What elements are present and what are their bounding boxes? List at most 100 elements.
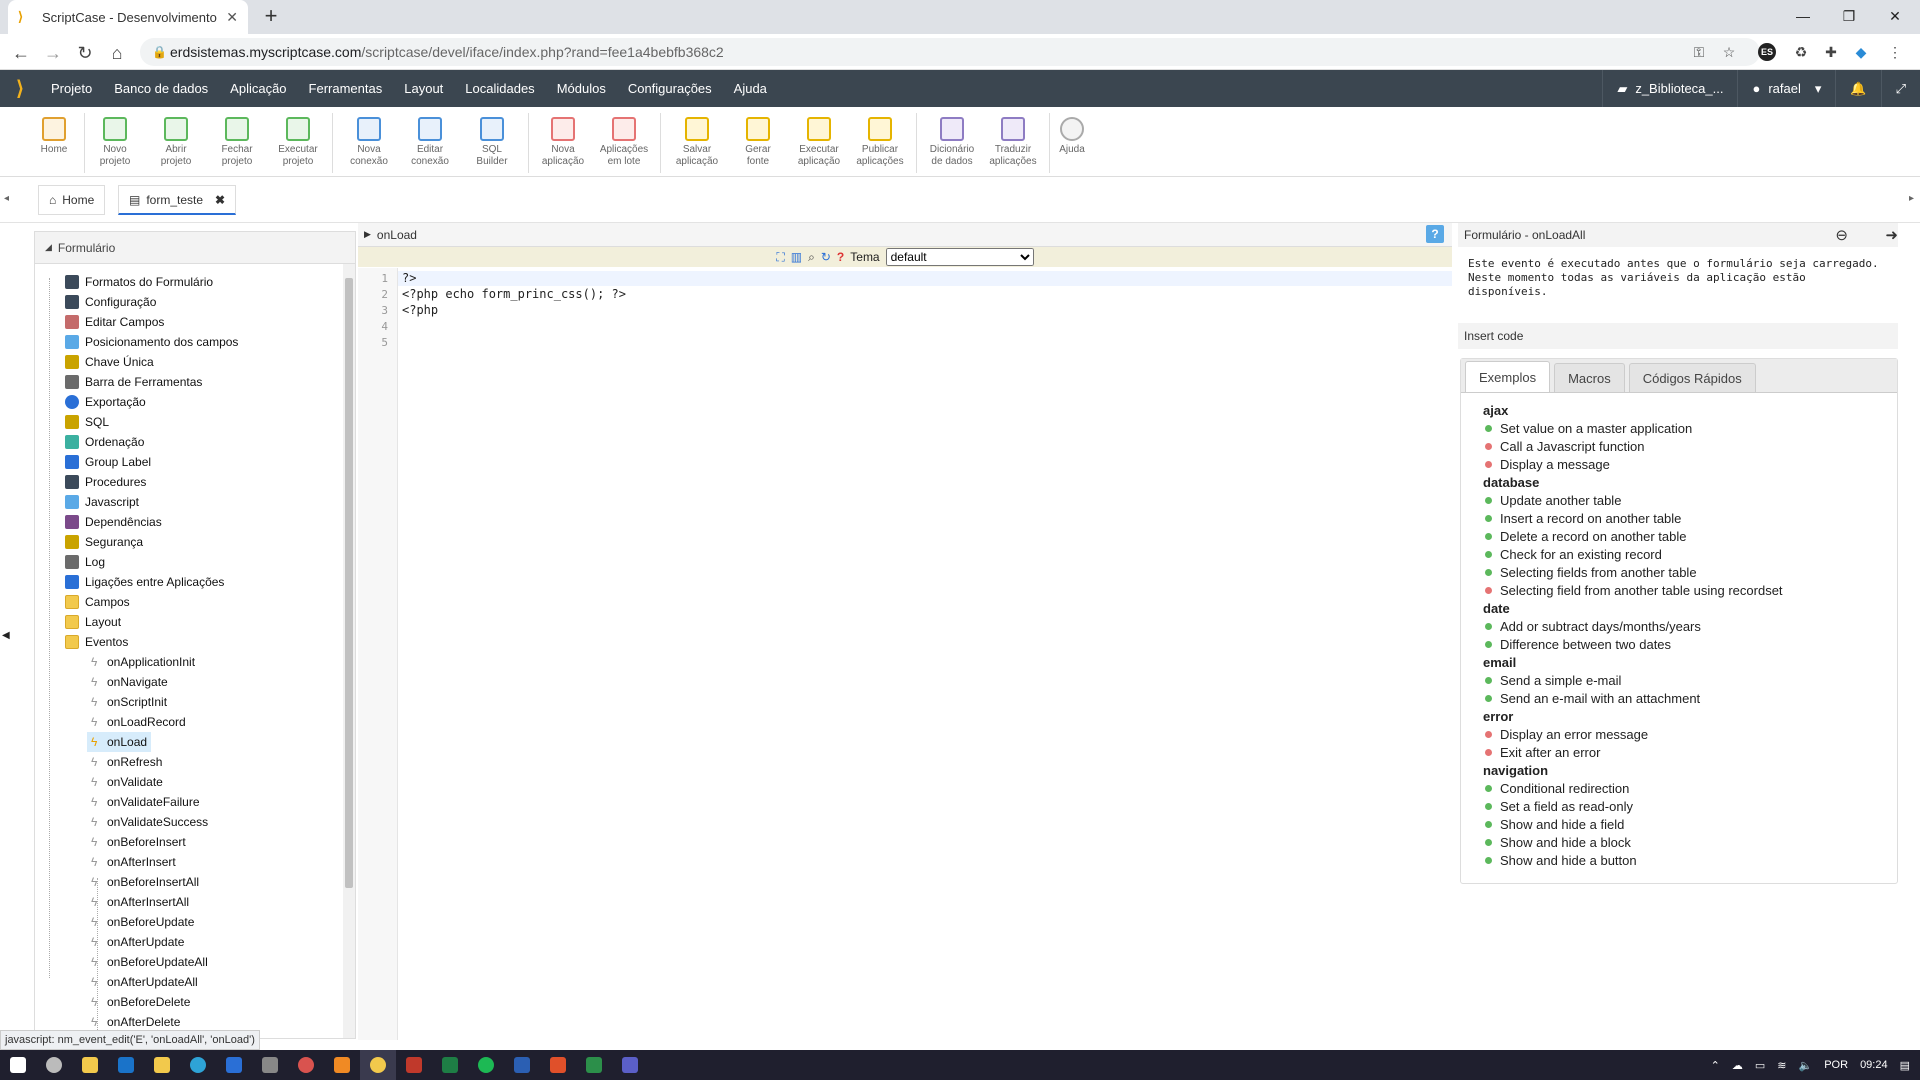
brave-icon[interactable]	[540, 1050, 576, 1080]
run-project-button[interactable]: Executar projeto	[270, 117, 326, 168]
menu-modulos[interactable]: Módulos	[546, 81, 617, 96]
puzzle-icon[interactable]: ✚	[1822, 43, 1840, 61]
tree-item-dependencias[interactable]: Dependências	[65, 512, 162, 532]
outlook-icon[interactable]	[108, 1050, 144, 1080]
question-icon[interactable]: ?	[837, 250, 844, 264]
project-selector[interactable]: ▰ z_Biblioteca_...	[1602, 70, 1737, 107]
example-item[interactable]: Exit after an error	[1485, 745, 1600, 760]
tree-item-sql[interactable]: SQL	[65, 412, 109, 432]
editor-help-button[interactable]: ?	[1426, 225, 1444, 243]
sticky-notes-icon[interactable]	[144, 1050, 180, 1080]
battery-icon[interactable]: ▭	[1755, 1059, 1765, 1072]
url-input[interactable]: 🔒 erdsistemas.myscriptcase.com /scriptca…	[140, 38, 1760, 66]
tree-item-editar-campos[interactable]: Editar Campos	[65, 312, 164, 332]
chrome-app-icon[interactable]	[288, 1050, 324, 1080]
data-dictionary-button[interactable]: Dicionário de dados	[924, 117, 980, 168]
windows-start-icon[interactable]	[0, 1050, 36, 1080]
example-item[interactable]: Selecting fields from another table	[1485, 565, 1697, 580]
explorer-window-icon[interactable]	[576, 1050, 612, 1080]
example-item[interactable]: Add or subtract days/months/years	[1485, 619, 1701, 634]
edge-icon[interactable]	[180, 1050, 216, 1080]
excel-icon[interactable]	[432, 1050, 468, 1080]
search-icon[interactable]	[36, 1050, 72, 1080]
browser-tab[interactable]: ⟩ ScriptCase - Desenvolvimento - ✕	[8, 0, 248, 34]
example-item[interactable]: Show and hide a button	[1485, 853, 1637, 868]
help-button[interactable]: Ajuda	[1044, 117, 1100, 156]
tree-item-barra-ferramentas[interactable]: Barra de Ferramentas	[65, 372, 202, 392]
code-line[interactable]: ?>	[402, 271, 416, 285]
fullscreen-icon[interactable]: ⛶	[776, 250, 784, 265]
home-icon[interactable]: ⌂	[104, 40, 130, 66]
chrome-icon[interactable]	[360, 1050, 396, 1080]
scroll-right-icon[interactable]: ▸	[1909, 193, 1914, 204]
forward-icon[interactable]: →	[40, 40, 66, 66]
key-icon[interactable]: ⚿	[1690, 43, 1708, 61]
calculator-icon[interactable]	[252, 1050, 288, 1080]
event-item[interactable]: ϟ onBeforeInsert	[91, 832, 186, 852]
back-circle-icon[interactable]: ⊖	[1835, 226, 1848, 244]
spotify-icon[interactable]	[468, 1050, 504, 1080]
profile-avatar[interactable]: ES	[1758, 43, 1776, 61]
wifi-icon[interactable]: ≋	[1777, 1059, 1786, 1072]
new-tab-button[interactable]: +	[258, 4, 284, 30]
tree-item-eventos[interactable]: Eventos	[65, 632, 128, 652]
tree-item-formatos[interactable]: Formatos do Formulário	[65, 272, 213, 292]
tree-item-javascript[interactable]: Javascript	[65, 492, 139, 512]
restore-button[interactable]: ❐	[1826, 4, 1872, 28]
input-language[interactable]: POR	[1824, 1059, 1848, 1071]
example-item[interactable]: Delete a record on another table	[1485, 529, 1686, 544]
new-application-button[interactable]: Nova aplicação	[535, 117, 591, 168]
publish-applications-button[interactable]: Publicar aplicações	[852, 117, 908, 168]
cloud-icon[interactable]: ☁	[1732, 1059, 1743, 1072]
new-project-button[interactable]: Novo projeto	[87, 117, 143, 168]
event-item[interactable]: ϟ onScriptInit	[91, 692, 167, 712]
tab-macros[interactable]: Macros	[1554, 363, 1625, 392]
volume-icon[interactable]: 🔈	[1799, 1059, 1813, 1072]
file-explorer-icon[interactable]	[72, 1050, 108, 1080]
event-item[interactable]: ϟ onBeforeDelete	[91, 992, 190, 1012]
menu-ajuda[interactable]: Ajuda	[723, 81, 778, 96]
event-item[interactable]: ϟ onLoadRecord	[91, 712, 186, 732]
example-item[interactable]: Selecting field from another table using…	[1485, 583, 1783, 598]
mail-icon[interactable]	[216, 1050, 252, 1080]
close-tab-icon[interactable]: ✕	[226, 9, 238, 26]
scroll-left-icon[interactable]: ◂	[4, 193, 9, 204]
close-tab-icon[interactable]: ✖	[215, 193, 225, 207]
menu-projeto[interactable]: Projeto	[40, 81, 103, 96]
event-item[interactable]: ϟ onValidateFailure	[91, 792, 200, 812]
new-connection-button[interactable]: Nova conexão	[341, 117, 397, 168]
tree-item-ligacoes[interactable]: Ligações entre Aplicações	[65, 572, 224, 592]
tree-item-campos[interactable]: Campos	[65, 592, 130, 612]
save-application-button[interactable]: Salvar aplicação	[669, 117, 725, 168]
collapse-left-panel-icon[interactable]: ◀	[2, 630, 10, 641]
tree-item-posicionamento[interactable]: Posicionamento dos campos	[65, 332, 238, 352]
translate-applications-button[interactable]: Traduzir aplicações	[985, 117, 1041, 168]
minimize-button[interactable]: —	[1780, 4, 1826, 28]
menu-localidades[interactable]: Localidades	[454, 81, 545, 96]
scrollbar-thumb[interactable]	[345, 278, 353, 888]
event-item[interactable]: ϟ onBeforeInsertAll	[91, 872, 199, 892]
code-editor[interactable]	[398, 268, 1452, 1040]
fullscreen-icon[interactable]: ⤢	[1880, 70, 1920, 107]
event-item[interactable]: ϟ onValidateSuccess	[91, 812, 208, 832]
example-item[interactable]: Insert a record on another table	[1485, 511, 1681, 526]
columns-icon[interactable]: ▥	[791, 250, 802, 264]
event-item[interactable]: ϟ onApplicationInit	[91, 652, 195, 672]
tab-exemplos[interactable]: Exemplos	[1465, 361, 1551, 392]
extension-bird-icon[interactable]: ◆	[1852, 43, 1870, 61]
event-item[interactable]: ϟ onBeforeUpdateAll	[91, 952, 208, 972]
event-item[interactable]: ϟ onValidate	[91, 772, 163, 792]
back-icon[interactable]: ←	[8, 40, 34, 66]
tree-item-group-label[interactable]: Group Label	[65, 452, 151, 472]
star-icon[interactable]: ☆	[1720, 43, 1738, 61]
scriptcase-logo-icon[interactable]: ⟩	[0, 70, 40, 107]
menu-banco-de-dados[interactable]: Banco de dados	[103, 81, 219, 96]
menu-layout[interactable]: Layout	[393, 81, 454, 96]
notifications-bell-icon[interactable]: 🔔	[1835, 70, 1880, 107]
event-item[interactable]: ϟ onAfterUpdate	[91, 932, 184, 952]
tree-item-procedures[interactable]: Procedures	[65, 472, 146, 492]
example-item[interactable]: Update another table	[1485, 493, 1621, 508]
example-item[interactable]: Set value on a master application	[1485, 421, 1692, 436]
menu-configuracoes[interactable]: Configurações	[617, 81, 723, 96]
teams-icon[interactable]	[612, 1050, 648, 1080]
